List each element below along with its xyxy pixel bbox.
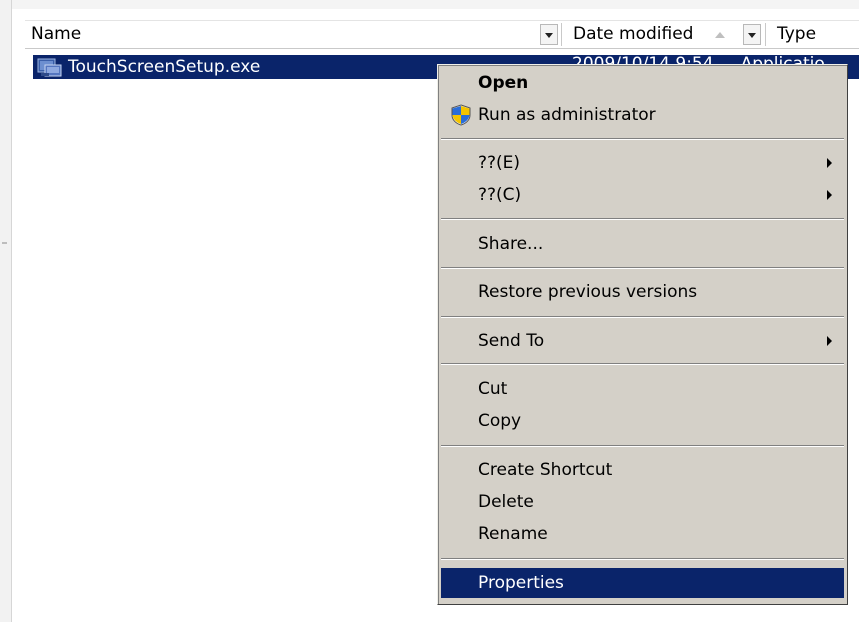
sort-ascending-icon xyxy=(715,32,725,38)
window-left-frame xyxy=(0,0,12,622)
menu-item-e[interactable]: ??(E) xyxy=(441,148,844,178)
menu-item-open[interactable]: Open xyxy=(441,68,844,98)
menu-item-restore-previous-versions[interactable]: Restore previous versions xyxy=(441,277,844,307)
menu-item-rename[interactable]: Rename xyxy=(441,519,844,549)
submenu-arrow-icon xyxy=(827,336,832,346)
menu-separator xyxy=(441,445,844,447)
menu-item-label: Cut xyxy=(478,379,508,399)
menu-item-label: Share... xyxy=(478,234,544,254)
menu-item-label: ??(C) xyxy=(478,185,522,205)
menu-item-label: Properties xyxy=(478,573,564,593)
menu-separator xyxy=(441,138,844,140)
menu-item-create-shortcut[interactable]: Create Shortcut xyxy=(441,455,844,485)
menu-item-delete[interactable]: Delete xyxy=(441,487,844,517)
menu-item-cut[interactable]: Cut xyxy=(441,374,844,404)
menu-separator xyxy=(441,558,844,560)
name-column-dropdown-icon[interactable] xyxy=(540,24,558,45)
menu-item-label: Delete xyxy=(478,492,534,512)
menu-separator xyxy=(441,363,844,365)
column-header-type[interactable]: Type xyxy=(777,21,816,48)
menu-separator xyxy=(441,218,844,220)
menu-item-label: ??(E) xyxy=(478,153,521,173)
menu-item-label: Send To xyxy=(478,331,545,351)
file-name[interactable]: TouchScreenSetup.exe xyxy=(68,55,260,79)
menu-item-label: Open xyxy=(478,73,529,93)
window-top-frame xyxy=(0,0,859,9)
installer-icon xyxy=(37,58,62,77)
menu-item-label: Run as administrator xyxy=(478,105,656,125)
splitter-grip[interactable] xyxy=(2,242,7,244)
menu-separator xyxy=(441,316,844,318)
column-divider[interactable] xyxy=(561,23,562,46)
context-menu: Open Run as administrator ??(E) ??(C) Sh… xyxy=(437,64,848,605)
menu-item-properties[interactable]: Properties xyxy=(441,568,844,598)
date-column-dropdown-icon[interactable] xyxy=(743,24,761,45)
menu-item-copy[interactable]: Copy xyxy=(441,406,844,436)
submenu-arrow-icon xyxy=(827,190,832,200)
menu-item-label: Rename xyxy=(478,524,548,544)
menu-item-c[interactable]: ??(C) xyxy=(441,180,844,210)
column-divider[interactable] xyxy=(765,23,766,46)
menu-item-send-to[interactable]: Send To xyxy=(441,326,844,356)
menu-item-label: Create Shortcut xyxy=(478,460,613,480)
menu-item-share[interactable]: Share... xyxy=(441,229,844,259)
submenu-arrow-icon xyxy=(827,158,832,168)
menu-separator xyxy=(441,267,844,269)
column-header-date-modified[interactable]: Date modified xyxy=(573,21,693,48)
column-header-name[interactable]: Name xyxy=(31,21,81,48)
menu-item-run-as-administrator[interactable]: Run as administrator xyxy=(441,100,844,130)
uac-shield-icon xyxy=(451,104,471,126)
menu-item-label: Restore previous versions xyxy=(478,282,698,302)
menu-item-label: Copy xyxy=(478,411,522,431)
column-header-bar: Name Date modified Type xyxy=(25,20,859,49)
